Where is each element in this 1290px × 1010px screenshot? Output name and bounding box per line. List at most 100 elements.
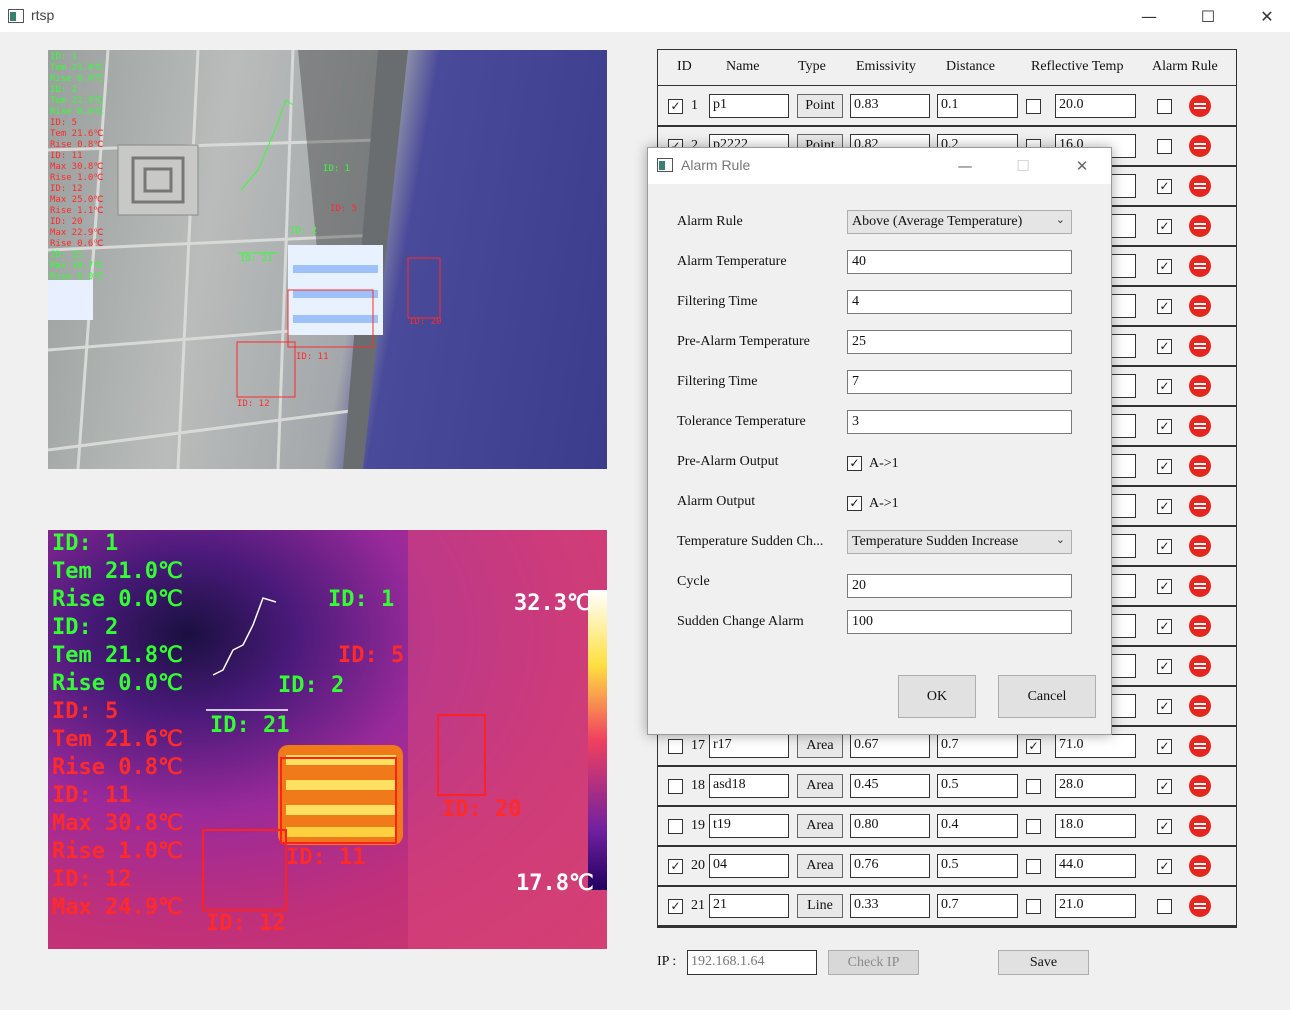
alarm-rule-settings-icon[interactable] — [1189, 295, 1211, 317]
row-type-button[interactable]: Area — [797, 814, 843, 838]
ip-input[interactable]: 192.168.1.64 — [687, 950, 817, 975]
row-alarm-checkbox[interactable]: ✓ — [1157, 819, 1172, 834]
alarm-rule-settings-icon[interactable] — [1189, 255, 1211, 277]
alarm-rule-settings-icon[interactable] — [1189, 735, 1211, 757]
row-alarm-checkbox[interactable]: ✓ — [1157, 219, 1172, 234]
maximize-button[interactable]: ☐ — [1179, 0, 1237, 32]
row-emissivity-input[interactable]: 0.80 — [850, 814, 930, 838]
dialog-close-button[interactable]: ✕ — [1062, 152, 1102, 180]
row-enable-checkbox[interactable] — [668, 819, 683, 834]
check-ip-button[interactable]: Check IP — [828, 950, 919, 975]
row-alarm-checkbox[interactable]: ✓ — [1157, 339, 1172, 354]
ok-button[interactable]: OK — [898, 675, 976, 718]
row-reflective-input[interactable]: 28.0 — [1055, 774, 1136, 798]
pre-alarm-filtering-time-input[interactable]: 7 — [847, 370, 1072, 394]
cancel-button[interactable]: Cancel — [998, 675, 1096, 718]
row-alarm-checkbox[interactable]: ✓ — [1157, 499, 1172, 514]
row-type-button[interactable]: Area — [797, 854, 843, 878]
alarm-rule-settings-icon[interactable] — [1189, 375, 1211, 397]
row-distance-input[interactable]: 0.5 — [937, 854, 1018, 878]
row-distance-input[interactable]: 0.4 — [937, 814, 1018, 838]
row-distance-input[interactable]: 0.7 — [937, 734, 1018, 758]
alarm-rule-settings-icon[interactable] — [1189, 575, 1211, 597]
row-alarm-checkbox[interactable] — [1157, 99, 1172, 114]
alarm-rule-settings-icon[interactable] — [1189, 815, 1211, 837]
row-distance-input[interactable]: 0.7 — [937, 894, 1018, 918]
row-alarm-checkbox[interactable]: ✓ — [1157, 379, 1172, 394]
row-reflective-checkbox[interactable] — [1026, 779, 1041, 794]
alarm-rule-settings-icon[interactable] — [1189, 175, 1211, 197]
alarm-temperature-input[interactable]: 40 — [847, 250, 1072, 274]
row-reflective-input[interactable]: 21.0 — [1055, 894, 1136, 918]
row-reflective-checkbox[interactable]: ✓ — [1026, 739, 1041, 754]
row-name-input[interactable]: r17 — [709, 734, 789, 758]
row-name-input[interactable]: t19 — [709, 814, 789, 838]
row-name-input[interactable]: 04 — [709, 854, 789, 878]
sudden-change-alarm-input[interactable]: 100 — [847, 610, 1072, 634]
filtering-time-input[interactable]: 4 — [847, 290, 1072, 314]
row-alarm-checkbox[interactable]: ✓ — [1157, 859, 1172, 874]
row-alarm-checkbox[interactable] — [1157, 139, 1172, 154]
close-button[interactable]: ✕ — [1238, 0, 1290, 32]
row-alarm-checkbox[interactable]: ✓ — [1157, 259, 1172, 274]
minimize-button[interactable]: — — [1120, 0, 1178, 32]
row-emissivity-input[interactable]: 0.83 — [850, 94, 930, 118]
row-enable-checkbox[interactable] — [668, 779, 683, 794]
row-alarm-checkbox[interactable]: ✓ — [1157, 619, 1172, 634]
alarm-rule-settings-icon[interactable] — [1189, 335, 1211, 357]
row-alarm-checkbox[interactable]: ✓ — [1157, 419, 1172, 434]
alarm-rule-settings-icon[interactable] — [1189, 455, 1211, 477]
row-emissivity-input[interactable]: 0.33 — [850, 894, 930, 918]
row-type-button[interactable]: Area — [797, 774, 843, 798]
alarm-rule-settings-icon[interactable] — [1189, 655, 1211, 677]
alarm-rule-settings-icon[interactable] — [1189, 415, 1211, 437]
row-emissivity-input[interactable]: 0.45 — [850, 774, 930, 798]
row-alarm-checkbox[interactable] — [1157, 899, 1172, 914]
alarm-rule-settings-icon[interactable] — [1189, 535, 1211, 557]
tolerance-temperature-input[interactable]: 3 — [847, 410, 1072, 434]
cycle-input[interactable]: 20 — [847, 574, 1072, 598]
row-reflective-input[interactable]: 44.0 — [1055, 854, 1136, 878]
row-reflective-checkbox[interactable] — [1026, 99, 1041, 114]
row-alarm-checkbox[interactable]: ✓ — [1157, 659, 1172, 674]
row-alarm-checkbox[interactable]: ✓ — [1157, 179, 1172, 194]
alarm-rule-settings-icon[interactable] — [1189, 775, 1211, 797]
alarm-rule-settings-icon[interactable] — [1189, 855, 1211, 877]
sudden-change-select[interactable]: Temperature Sudden Increase ⌄ — [847, 530, 1072, 554]
alarm-rule-settings-icon[interactable] — [1189, 495, 1211, 517]
row-enable-checkbox[interactable]: ✓ — [668, 99, 683, 114]
row-emissivity-input[interactable]: 0.67 — [850, 734, 930, 758]
alarm-rule-select[interactable]: Above (Average Temperature) ⌄ — [847, 210, 1072, 234]
save-button[interactable]: Save — [998, 950, 1089, 975]
dialog-minimize-button[interactable]: — — [945, 152, 985, 180]
row-name-input[interactable]: 21 — [709, 894, 789, 918]
pre-alarm-temperature-input[interactable]: 25 — [847, 330, 1072, 354]
row-reflective-input[interactable]: 71.0 — [1055, 734, 1136, 758]
row-enable-checkbox[interactable]: ✓ — [668, 859, 683, 874]
row-reflective-checkbox[interactable] — [1026, 899, 1041, 914]
row-type-button[interactable]: Area — [797, 734, 843, 758]
row-alarm-checkbox[interactable]: ✓ — [1157, 539, 1172, 554]
row-reflective-checkbox[interactable] — [1026, 819, 1041, 834]
alarm-rule-settings-icon[interactable] — [1189, 135, 1211, 157]
alarm-rule-settings-icon[interactable] — [1189, 615, 1211, 637]
row-enable-checkbox[interactable] — [668, 739, 683, 754]
row-alarm-checkbox[interactable]: ✓ — [1157, 699, 1172, 714]
row-reflective-checkbox[interactable] — [1026, 859, 1041, 874]
row-alarm-checkbox[interactable]: ✓ — [1157, 739, 1172, 754]
row-name-input[interactable]: asd18 — [709, 774, 789, 798]
row-name-input[interactable]: p1 — [709, 94, 789, 118]
alarm-rule-settings-icon[interactable] — [1189, 95, 1211, 117]
row-distance-input[interactable]: 0.5 — [937, 774, 1018, 798]
row-reflective-input[interactable]: 20.0 — [1055, 94, 1136, 118]
row-emissivity-input[interactable]: 0.76 — [850, 854, 930, 878]
row-distance-input[interactable]: 0.1 — [937, 94, 1018, 118]
alarm-rule-settings-icon[interactable] — [1189, 895, 1211, 917]
row-enable-checkbox[interactable]: ✓ — [668, 899, 683, 914]
row-type-button[interactable]: Point — [797, 94, 843, 118]
row-alarm-checkbox[interactable]: ✓ — [1157, 579, 1172, 594]
row-reflective-input[interactable]: 18.0 — [1055, 814, 1136, 838]
row-type-button[interactable]: Line — [797, 894, 843, 918]
alarm-rule-settings-icon[interactable] — [1189, 695, 1211, 717]
row-alarm-checkbox[interactable]: ✓ — [1157, 459, 1172, 474]
